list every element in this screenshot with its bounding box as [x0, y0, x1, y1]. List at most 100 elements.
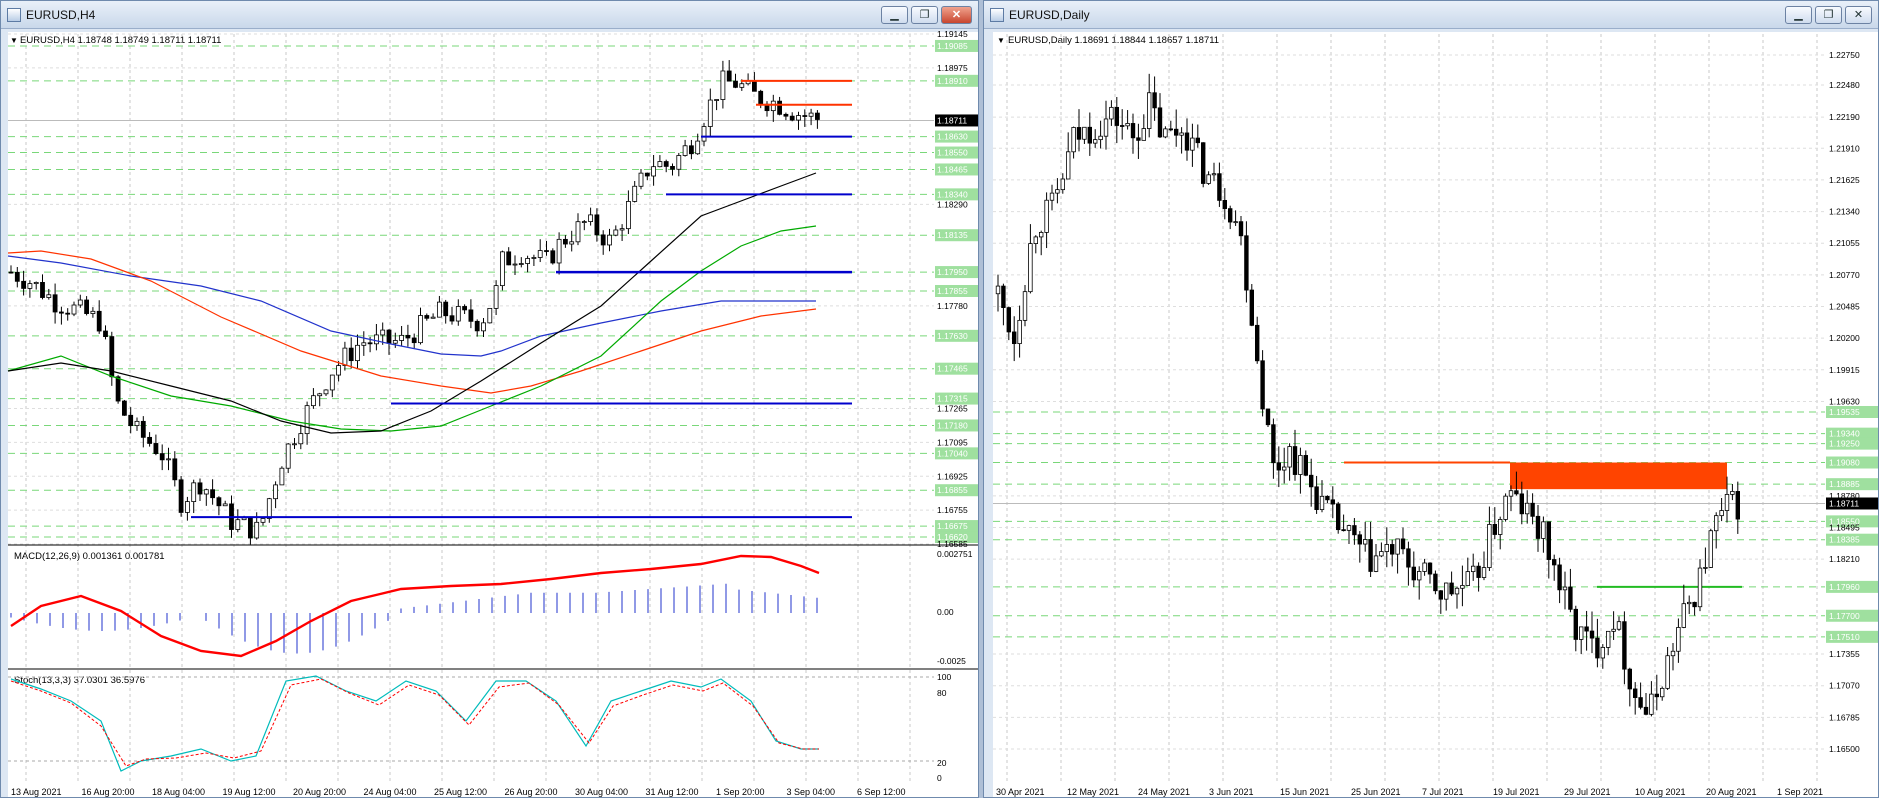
candle-body — [1292, 446, 1298, 475]
candle-body — [1341, 529, 1346, 532]
candle-body — [342, 347, 348, 366]
price-tick-label: 1.21055 — [1829, 238, 1860, 248]
candle-body — [531, 257, 537, 259]
price-tick-label: 1.21625 — [1829, 175, 1860, 185]
candle-body — [995, 285, 1001, 295]
candle-body — [254, 521, 260, 539]
price-tick-label: 1.19630 — [1829, 396, 1860, 406]
candle-body — [96, 310, 102, 332]
candle-body — [178, 479, 184, 513]
candle-body — [783, 113, 789, 117]
candle-body — [1714, 515, 1719, 532]
candle-body — [1519, 493, 1524, 515]
h4-chart-window[interactable]: EURUSD,H4 ▁ ❐ ✕ EURUSD,H4 1.18748 1.1874… — [0, 0, 979, 798]
price-tick-label: 1.17180 — [937, 420, 968, 430]
candle-body — [544, 250, 549, 252]
candle-body — [1071, 127, 1076, 153]
candle-body — [216, 497, 222, 507]
candle-body — [1681, 603, 1686, 628]
candle-body — [594, 214, 600, 236]
time-tick-label: 3 Sep 04:00 — [787, 787, 836, 797]
candle-body — [1400, 538, 1406, 550]
candle-body — [1260, 360, 1265, 410]
candle-body — [638, 172, 644, 187]
candle-body — [1319, 495, 1325, 510]
candle-body — [1195, 137, 1200, 144]
candle-body — [27, 283, 33, 289]
candle-body — [418, 315, 423, 344]
time-tick-label: 1 Sep 2021 — [1777, 787, 1823, 797]
price-tick-label: 1.19085 — [937, 41, 968, 51]
candle-body — [556, 238, 562, 264]
candle-body — [1568, 586, 1573, 610]
macd-label: MACD(12,26,9) 0.001361 0.001781 — [14, 551, 165, 562]
time-tick-label: 30 Aug 04:00 — [575, 787, 628, 797]
candle-body — [443, 301, 449, 317]
candle-body — [1498, 519, 1503, 535]
candle-body — [1449, 582, 1454, 595]
candle-body — [1157, 107, 1163, 138]
time-tick-label: 20 Aug 2021 — [1706, 787, 1757, 797]
time-tick-label: 10 Aug 2021 — [1635, 787, 1686, 797]
price-tick-label: 1.17095 — [937, 437, 968, 447]
candle-body — [506, 251, 512, 266]
h4-price-chart[interactable]: EURUSD,H4 1.18748 1.18749 1.18711 1.1871… — [1, 1, 979, 798]
candle-body — [210, 489, 216, 499]
candle-body — [1633, 688, 1638, 698]
candle-body — [1039, 232, 1044, 238]
candle-body — [462, 306, 468, 311]
candle-body — [1146, 92, 1152, 129]
candle-body — [1649, 693, 1654, 715]
candle-body — [392, 340, 398, 344]
candle-body — [77, 299, 83, 306]
candle-body — [147, 436, 153, 444]
daily-plot-area[interactable] — [993, 32, 1825, 782]
candle-body — [1411, 566, 1416, 581]
candle-body — [695, 140, 701, 155]
price-tick-label: 1.16855 — [937, 485, 968, 495]
candle-body — [1676, 627, 1681, 652]
price-tick-label: 1.22190 — [1829, 112, 1860, 122]
time-tick-label: 6 Sep 12:00 — [857, 787, 906, 797]
candle-body — [1287, 446, 1292, 468]
candle-body — [1535, 515, 1541, 539]
candle-body — [323, 389, 329, 395]
candle-body — [241, 517, 247, 521]
candle-body — [1433, 573, 1438, 592]
candle-body — [481, 322, 486, 332]
candle-body — [235, 519, 241, 530]
candle-body — [411, 337, 417, 344]
price-tick-label: 1.17700 — [1829, 611, 1860, 621]
candle-body — [1470, 565, 1476, 573]
candle-body — [399, 334, 405, 341]
candle-body — [455, 306, 461, 322]
time-tick-label: 3 Jun 2021 — [1209, 787, 1254, 797]
daily-chart-window[interactable]: EURUSD,Daily ▁ ❐ ✕ EURUSD,Daily 1.18691 … — [983, 0, 1879, 798]
h4-chart-header: EURUSD,H4 1.18748 1.18749 1.18711 1.1871… — [20, 35, 221, 46]
dropdown-triangle-icon[interactable]: ▼ — [997, 36, 1005, 45]
candle-body — [632, 185, 638, 202]
daily-price-chart[interactable]: EURUSD,Daily 1.18691 1.18844 1.18657 1.1… — [984, 1, 1879, 798]
candle-body — [1082, 126, 1087, 140]
candle-body — [1460, 585, 1465, 589]
candle-body — [1303, 455, 1308, 476]
time-tick-label: 15 Jun 2021 — [1280, 787, 1330, 797]
time-tick-label: 29 Jul 2021 — [1564, 787, 1611, 797]
time-tick-label: 31 Aug 12:00 — [646, 787, 699, 797]
candle-body — [796, 115, 801, 121]
price-tick-label: 1.17960 — [1829, 582, 1860, 592]
candle-body — [1281, 466, 1287, 471]
candle-body — [758, 90, 764, 105]
candle-body — [1427, 562, 1433, 575]
candle-body — [222, 503, 228, 507]
candle-body — [1627, 668, 1632, 690]
candle-body — [191, 482, 197, 503]
candle-body — [1687, 601, 1692, 605]
candle-body — [1222, 199, 1227, 210]
dropdown-triangle-icon[interactable]: ▼ — [10, 36, 18, 45]
price-tick-label: 1.16785 — [1829, 712, 1860, 722]
candle-body — [1254, 324, 1260, 362]
candle-body — [499, 251, 505, 287]
candle-body — [1395, 538, 1400, 555]
candle-body — [1373, 555, 1379, 572]
